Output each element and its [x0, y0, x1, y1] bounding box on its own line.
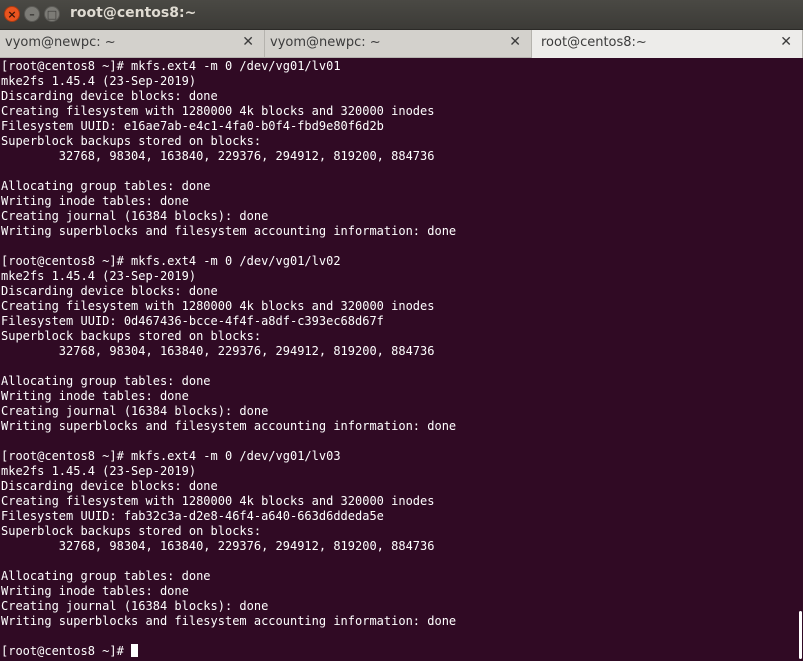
maximize-icon: □	[46, 8, 58, 21]
terminal-line: [root@centos8 ~]# mkfs.ext4 -m 0 /dev/vg…	[1, 449, 341, 463]
terminal-line: [root@centos8 ~]# mkfs.ext4 -m 0 /dev/vg…	[1, 59, 341, 73]
terminal-line: Discarding device blocks: done	[1, 89, 218, 103]
window-title: root@centos8:~	[70, 5, 197, 21]
minimize-icon: –	[29, 8, 35, 21]
terminal-line: Creating filesystem with 1280000 4k bloc…	[1, 104, 435, 118]
terminal-line: Creating journal (16384 blocks): done	[1, 404, 269, 418]
terminal-line: Writing superblocks and filesystem accou…	[1, 419, 457, 433]
terminal-line: 32768, 98304, 163840, 229376, 294912, 81…	[1, 344, 435, 358]
terminal-line: Writing inode tables: done	[1, 389, 189, 403]
terminal-line: Allocating group tables: done	[1, 374, 211, 388]
tab-label: vyom@newpc: ~	[270, 35, 381, 50]
terminal-line: Filesystem UUID: 0d467436-bcce-4f4f-a8df…	[1, 314, 384, 328]
tab-root-centos8[interactable]: root@centos8:~ ✕	[532, 30, 803, 58]
terminal-line: Filesystem UUID: fab32c3a-d2e8-46f4-a640…	[1, 509, 384, 523]
terminal-line: Creating journal (16384 blocks): done	[1, 209, 269, 223]
terminal-prompt-line[interactable]: [root@centos8 ~]#	[1, 644, 798, 659]
terminal-line: 32768, 98304, 163840, 229376, 294912, 81…	[1, 539, 435, 553]
terminal-line: Superblock backups stored on blocks:	[1, 524, 262, 538]
maximize-window-button[interactable]: □	[44, 6, 60, 22]
terminal-lines: [root@centos8 ~]# mkfs.ext4 -m 0 /dev/vg…	[1, 59, 798, 644]
close-window-button[interactable]: ×	[4, 6, 20, 22]
close-icon: ×	[7, 8, 17, 21]
terminal-line: Creating filesystem with 1280000 4k bloc…	[1, 299, 435, 313]
tab-label: vyom@newpc: ~	[5, 35, 116, 50]
terminal-line: Discarding device blocks: done	[1, 284, 218, 298]
terminal-line: Creating journal (16384 blocks): done	[1, 599, 269, 613]
terminal-line: Superblock backups stored on blocks:	[1, 329, 262, 343]
text-cursor	[131, 644, 139, 657]
terminal-line: [root@centos8 ~]# mkfs.ext4 -m 0 /dev/vg…	[1, 254, 341, 268]
terminal-scrollbar[interactable]	[798, 58, 803, 661]
tab-close-icon[interactable]: ✕	[780, 34, 792, 50]
terminal-line: Writing inode tables: done	[1, 194, 189, 208]
terminal-line: Writing superblocks and filesystem accou…	[1, 224, 457, 238]
tab-close-icon[interactable]: ✕	[242, 34, 254, 50]
tab-vyom-newpc-2[interactable]: vyom@newpc: ~ ✕	[265, 30, 532, 57]
terminal-line: Allocating group tables: done	[1, 569, 211, 583]
tab-bar: vyom@newpc: ~ ✕ vyom@newpc: ~ ✕ root@cen…	[0, 30, 803, 58]
scrollbar-thumb[interactable]	[799, 611, 802, 659]
title-bar[interactable]: × – □ root@centos8:~	[0, 0, 803, 30]
shell-prompt: [root@centos8 ~]#	[1, 644, 132, 658]
terminal-window: × – □ root@centos8:~ vyom@newpc: ~ ✕ vyo…	[0, 0, 803, 661]
tab-vyom-newpc-1[interactable]: vyom@newpc: ~ ✕	[0, 30, 265, 57]
terminal-line: mke2fs 1.45.4 (23-Sep-2019)	[1, 74, 197, 88]
terminal-line: mke2fs 1.45.4 (23-Sep-2019)	[1, 269, 197, 283]
terminal-line: mke2fs 1.45.4 (23-Sep-2019)	[1, 464, 197, 478]
tab-close-icon[interactable]: ✕	[509, 34, 521, 50]
terminal-line: Superblock backups stored on blocks:	[1, 134, 262, 148]
terminal-line: Filesystem UUID: e16ae7ab-e4c1-4fa0-b0f4…	[1, 119, 384, 133]
terminal-line: Discarding device blocks: done	[1, 479, 218, 493]
terminal-line: 32768, 98304, 163840, 229376, 294912, 81…	[1, 149, 435, 163]
terminal-line: Creating filesystem with 1280000 4k bloc…	[1, 494, 435, 508]
terminal-line: Writing superblocks and filesystem accou…	[1, 614, 457, 628]
tab-label: root@centos8:~	[541, 35, 647, 50]
terminal-output[interactable]: [root@centos8 ~]# mkfs.ext4 -m 0 /dev/vg…	[0, 58, 798, 661]
terminal-line: Allocating group tables: done	[1, 179, 211, 193]
minimize-window-button[interactable]: –	[24, 6, 40, 22]
terminal-line: Writing inode tables: done	[1, 584, 189, 598]
